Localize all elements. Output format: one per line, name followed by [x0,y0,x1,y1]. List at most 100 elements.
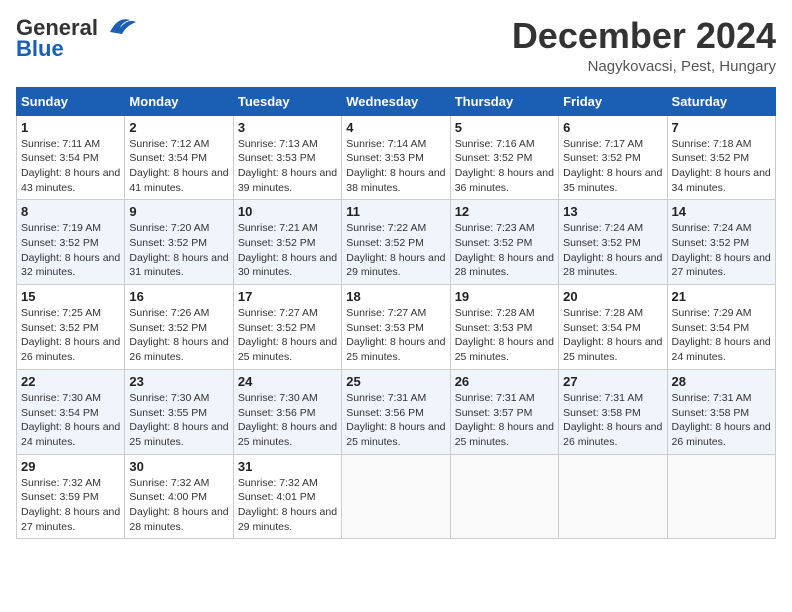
day-info: Sunrise: 7:31 AMSunset: 3:57 PMDaylight:… [455,391,554,450]
calendar-week-row: 15Sunrise: 7:25 AMSunset: 3:52 PMDayligh… [17,285,776,370]
calendar-week-row: 22 Sunrise: 7:30 AMSunset: 3:54 PMDayligh… [17,369,776,454]
calendar-cell: 26 Sunrise: 7:31 AMSunset: 3:57 PMDayligh… [450,369,558,454]
day-info: Sunrise: 7:28 AMSunset: 3:54 PMDaylight:… [563,306,662,365]
day-number: 25 [346,374,445,389]
calendar-cell [342,454,450,539]
day-number: 31 [238,459,337,474]
weekday-header-wednesday: Wednesday [342,87,450,115]
day-number: 24 [238,374,337,389]
calendar-week-row: 29 Sunrise: 7:32 AMSunset: 3:59 PMDayligh… [17,454,776,539]
day-info: Sunrise: 7:23 AMSunset: 3:52 PMDaylight:… [455,221,554,280]
calendar-cell: 13 Sunrise: 7:24 AMSunset: 3:52 PMDayligh… [559,200,667,285]
location: Nagykovacsi, Pest, Hungary [512,58,776,75]
calendar-cell: 17 Sunrise: 7:27 AMSunset: 3:52 PMDayligh… [233,285,341,370]
day-info: Sunrise: 7:24 AMSunset: 3:52 PMDaylight:… [672,221,771,280]
day-number: 14 [672,204,771,219]
day-info: Sunrise: 7:30 AMSunset: 3:54 PMDaylight:… [21,391,120,450]
day-info: Sunrise: 7:11 AMSunset: 3:54 PMDaylight:… [21,137,120,196]
day-number: 27 [563,374,662,389]
day-number: 9 [129,204,228,219]
day-info: Sunrise: 7:20 AMSunset: 3:52 PMDaylight:… [129,221,228,280]
day-info: Sunrise: 7:16 AMSunset: 3:52 PMDaylight:… [455,137,554,196]
day-info: Sunrise: 7:32 AMSunset: 4:01 PMDaylight:… [238,476,337,535]
calendar-cell: 18 Sunrise: 7:27 AMSunset: 3:53 PMDayligh… [342,285,450,370]
day-info: Sunrise: 7:14 AMSunset: 3:53 PMDaylight:… [346,137,445,196]
calendar-cell: 4 Sunrise: 7:14 AMSunset: 3:53 PMDaylight… [342,115,450,200]
calendar-cell: 30 Sunrise: 7:32 AMSunset: 4:00 PMDayligh… [125,454,233,539]
day-info: Sunrise: 7:29 AMSunset: 3:54 PMDaylight:… [672,306,771,365]
day-number: 17 [238,289,337,304]
day-number: 28 [672,374,771,389]
day-number: 10 [238,204,337,219]
calendar-cell: 1 Sunrise: 7:11 AMSunset: 3:54 PMDaylight… [17,115,125,200]
day-number: 19 [455,289,554,304]
weekday-header-friday: Friday [559,87,667,115]
day-number: 4 [346,120,445,135]
calendar-cell [667,454,775,539]
logo-bird-icon [100,12,138,40]
day-number: 13 [563,204,662,219]
calendar-cell [450,454,558,539]
day-number: 12 [455,204,554,219]
calendar-header-row: SundayMondayTuesdayWednesdayThursdayFrid… [17,87,776,115]
calendar-cell: 2 Sunrise: 7:12 AMSunset: 3:54 PMDaylight… [125,115,233,200]
month-title: December 2024 [512,16,776,56]
calendar-cell: 10Sunrise: 7:21 AMSunset: 3:52 PMDayligh… [233,200,341,285]
day-info: Sunrise: 7:18 AMSunset: 3:52 PMDaylight:… [672,137,771,196]
day-info: Sunrise: 7:27 AMSunset: 3:53 PMDaylight:… [346,306,445,365]
calendar-week-row: 1 Sunrise: 7:11 AMSunset: 3:54 PMDaylight… [17,115,776,200]
calendar-cell: 29 Sunrise: 7:32 AMSunset: 3:59 PMDayligh… [17,454,125,539]
calendar-cell: 16 Sunrise: 7:26 AMSunset: 3:52 PMDayligh… [125,285,233,370]
day-info: Sunrise: 7:27 AMSunset: 3:52 PMDaylight:… [238,306,337,365]
day-number: 3 [238,120,337,135]
day-number: 15 [21,289,120,304]
calendar-cell: 8Sunrise: 7:19 AMSunset: 3:52 PMDaylight… [17,200,125,285]
day-number: 16 [129,289,228,304]
calendar-table: SundayMondayTuesdayWednesdayThursdayFrid… [16,87,776,540]
day-number: 23 [129,374,228,389]
day-number: 26 [455,374,554,389]
day-info: Sunrise: 7:31 AMSunset: 3:56 PMDaylight:… [346,391,445,450]
calendar-cell: 31 Sunrise: 7:32 AMSunset: 4:01 PMDayligh… [233,454,341,539]
weekday-header-sunday: Sunday [17,87,125,115]
day-number: 18 [346,289,445,304]
calendar-cell: 5 Sunrise: 7:16 AMSunset: 3:52 PMDaylight… [450,115,558,200]
page-header: General Blue December 2024 Nagykovacsi, … [16,16,776,75]
calendar-cell: 22 Sunrise: 7:30 AMSunset: 3:54 PMDayligh… [17,369,125,454]
day-number: 20 [563,289,662,304]
day-info: Sunrise: 7:19 AMSunset: 3:52 PMDaylight:… [21,221,120,280]
day-info: Sunrise: 7:31 AMSunset: 3:58 PMDaylight:… [563,391,662,450]
day-number: 22 [21,374,120,389]
calendar-cell: 27 Sunrise: 7:31 AMSunset: 3:58 PMDayligh… [559,369,667,454]
title-block: December 2024 Nagykovacsi, Pest, Hungary [512,16,776,75]
calendar-cell: 28 Sunrise: 7:31 AMSunset: 3:58 PMDayligh… [667,369,775,454]
logo-blue: Blue [16,38,64,60]
day-number: 29 [21,459,120,474]
calendar-cell: 15Sunrise: 7:25 AMSunset: 3:52 PMDayligh… [17,285,125,370]
day-number: 30 [129,459,228,474]
day-number: 21 [672,289,771,304]
day-info: Sunrise: 7:12 AMSunset: 3:54 PMDaylight:… [129,137,228,196]
weekday-header-tuesday: Tuesday [233,87,341,115]
calendar-cell: 24 Sunrise: 7:30 AMSunset: 3:56 PMDayligh… [233,369,341,454]
day-info: Sunrise: 7:28 AMSunset: 3:53 PMDaylight:… [455,306,554,365]
day-number: 7 [672,120,771,135]
calendar-cell: 7 Sunrise: 7:18 AMSunset: 3:52 PMDaylight… [667,115,775,200]
weekday-header-monday: Monday [125,87,233,115]
day-number: 2 [129,120,228,135]
day-info: Sunrise: 7:31 AMSunset: 3:58 PMDaylight:… [672,391,771,450]
calendar-cell: 6Sunrise: 7:17 AMSunset: 3:52 PMDaylight… [559,115,667,200]
calendar-cell: 3 Sunrise: 7:13 AMSunset: 3:53 PMDaylight… [233,115,341,200]
day-info: Sunrise: 7:32 AMSunset: 3:59 PMDaylight:… [21,476,120,535]
day-info: Sunrise: 7:30 AMSunset: 3:56 PMDaylight:… [238,391,337,450]
day-number: 1 [21,120,120,135]
day-info: Sunrise: 7:26 AMSunset: 3:52 PMDaylight:… [129,306,228,365]
day-info: Sunrise: 7:13 AMSunset: 3:53 PMDaylight:… [238,137,337,196]
calendar-cell: 19 Sunrise: 7:28 AMSunset: 3:53 PMDayligh… [450,285,558,370]
day-info: Sunrise: 7:22 AMSunset: 3:52 PMDaylight:… [346,221,445,280]
calendar-cell: 14 Sunrise: 7:24 AMSunset: 3:52 PMDayligh… [667,200,775,285]
day-info: Sunrise: 7:32 AMSunset: 4:00 PMDaylight:… [129,476,228,535]
day-number: 5 [455,120,554,135]
calendar-cell: 11Sunrise: 7:22 AMSunset: 3:52 PMDayligh… [342,200,450,285]
day-info: Sunrise: 7:24 AMSunset: 3:52 PMDaylight:… [563,221,662,280]
